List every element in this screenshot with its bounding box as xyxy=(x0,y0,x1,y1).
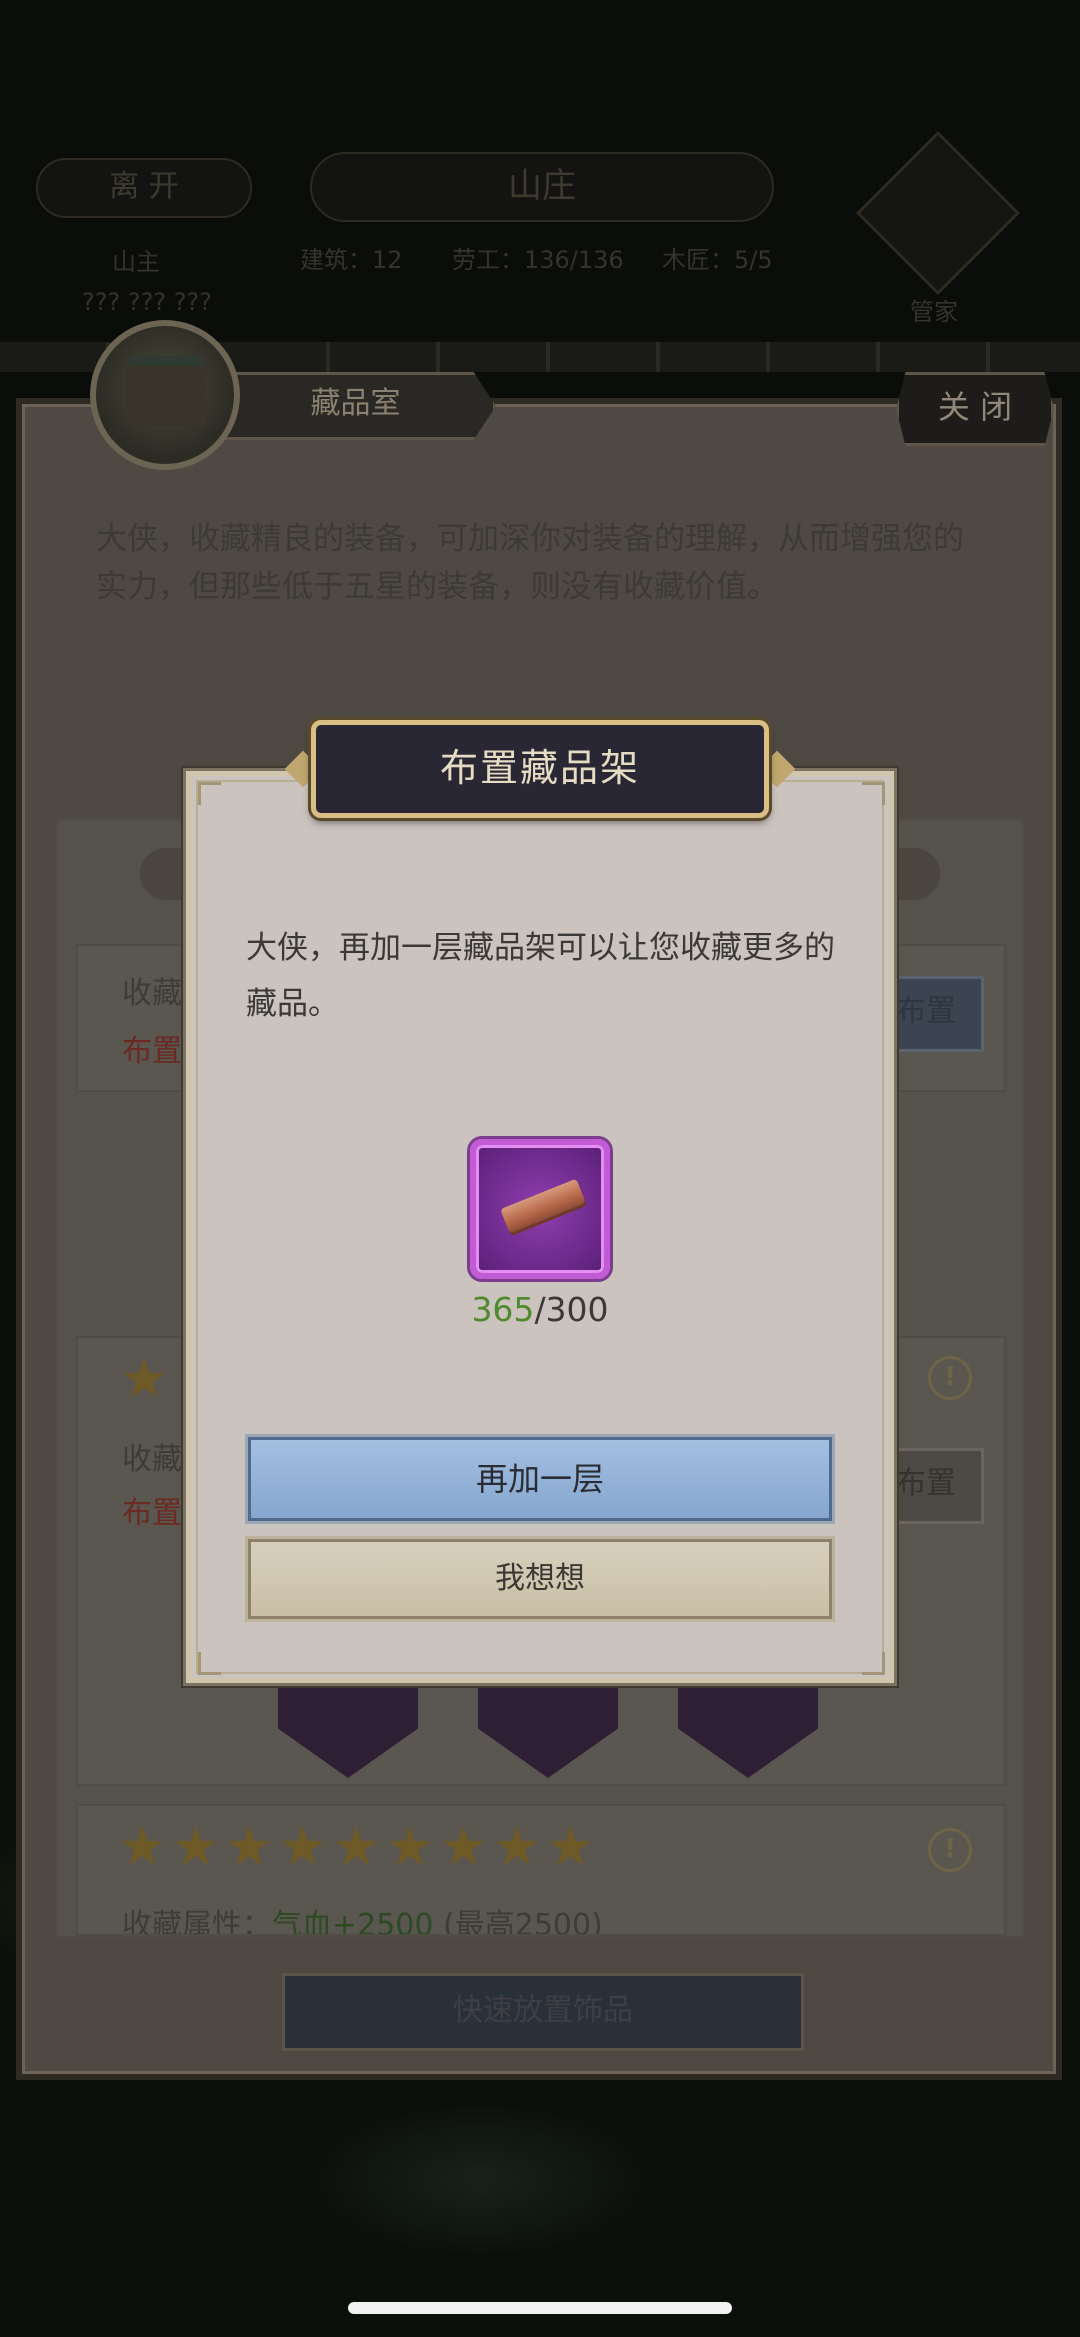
owned-count: 365 xyxy=(471,1290,535,1329)
equipment-slot-icon[interactable] xyxy=(678,1688,818,1778)
stat-value: 136/136 xyxy=(524,246,624,274)
stat-value: 12 xyxy=(372,246,403,274)
corner-ornament xyxy=(862,782,885,805)
required-item-slot[interactable] xyxy=(470,1139,610,1279)
info-icon[interactable]: ! xyxy=(928,1828,972,1872)
leave-button[interactable]: 离 开 xyxy=(36,158,252,218)
collection-room-building-icon xyxy=(90,320,240,470)
collection-attribute-line: 收藏属性：气血+2500 (最高2500) xyxy=(122,1900,603,1936)
required-count: /300 xyxy=(534,1290,609,1329)
star-icon: ★ xyxy=(118,1815,167,1878)
panel-title: 藏品室 xyxy=(215,372,496,440)
building-icon xyxy=(126,366,206,426)
item-count: 365/300 xyxy=(380,1290,700,1329)
dialog-title: 布置藏品架 xyxy=(311,720,769,818)
star-icon: ★ xyxy=(492,1815,542,1878)
stat-buildings: 建筑：12 xyxy=(300,240,403,275)
info-icon[interactable]: ! xyxy=(928,1356,972,1400)
add-layer-button[interactable]: 再加一层 xyxy=(248,1437,832,1521)
collection-attribute-label: 收藏属性： xyxy=(122,1908,272,1936)
corner-ornament xyxy=(198,782,221,805)
think-again-button[interactable]: 我想想 xyxy=(248,1539,832,1619)
location-title: 山庄 xyxy=(310,152,774,222)
stat-workers: 劳工：136/136 xyxy=(452,240,624,275)
home-indicator[interactable] xyxy=(348,2302,732,2314)
star-icon: ★ xyxy=(225,1815,274,1878)
corner-ornament xyxy=(198,1652,221,1675)
panel-description: 大侠，收藏精良的装备，可加深你对装备的理解，从而增强您的实力，但那些低于五星的装… xyxy=(96,521,964,605)
star-icon: ★ xyxy=(278,1815,327,1878)
stat-label: 木匠： xyxy=(662,246,734,274)
list-item: ★ ★ ★ ★ ★ ★ ★ ★ ★ ! 收藏属性：气血+2500 (最高2500… xyxy=(76,1804,1006,1936)
star-icon: ★ xyxy=(171,1815,220,1878)
stat-label: 建筑： xyxy=(300,246,372,274)
corner-ornament xyxy=(862,1652,885,1675)
star-icon: ★ xyxy=(546,1815,595,1878)
equipment-slot-icon[interactable] xyxy=(278,1688,418,1778)
dialog-message: 大侠，再加一层藏品架可以让您收藏更多的藏品。 xyxy=(246,930,835,1022)
star-icon: ★ xyxy=(439,1815,488,1878)
steward-label: 管家 xyxy=(910,298,958,326)
star-icon: ★ xyxy=(332,1815,381,1878)
star-icon: ★ xyxy=(385,1815,434,1878)
owner-name: ??? ??? ??? xyxy=(82,288,212,316)
steward-icon[interactable] xyxy=(855,130,1021,296)
quick-place-button[interactable]: 快速放置饰品 xyxy=(282,1973,804,2051)
equipment-slot-icon[interactable] xyxy=(478,1688,618,1778)
close-button[interactable]: 关 闭 xyxy=(896,372,1054,446)
star-icon: ★ xyxy=(120,1347,169,1410)
star-rating: ★ ★ ★ ★ ★ ★ ★ ★ ★ xyxy=(118,1820,595,1874)
stat-carpenters: 木匠：5/5 xyxy=(662,240,773,275)
owner-title: 山主 xyxy=(112,248,160,276)
stat-value: 5/5 xyxy=(734,246,773,274)
attribute-bonus: 气血+2500 xyxy=(272,1908,434,1936)
wood-plank-icon xyxy=(500,1178,586,1234)
stat-label: 劳工： xyxy=(452,246,524,274)
attribute-max: (最高2500) xyxy=(443,1908,603,1936)
